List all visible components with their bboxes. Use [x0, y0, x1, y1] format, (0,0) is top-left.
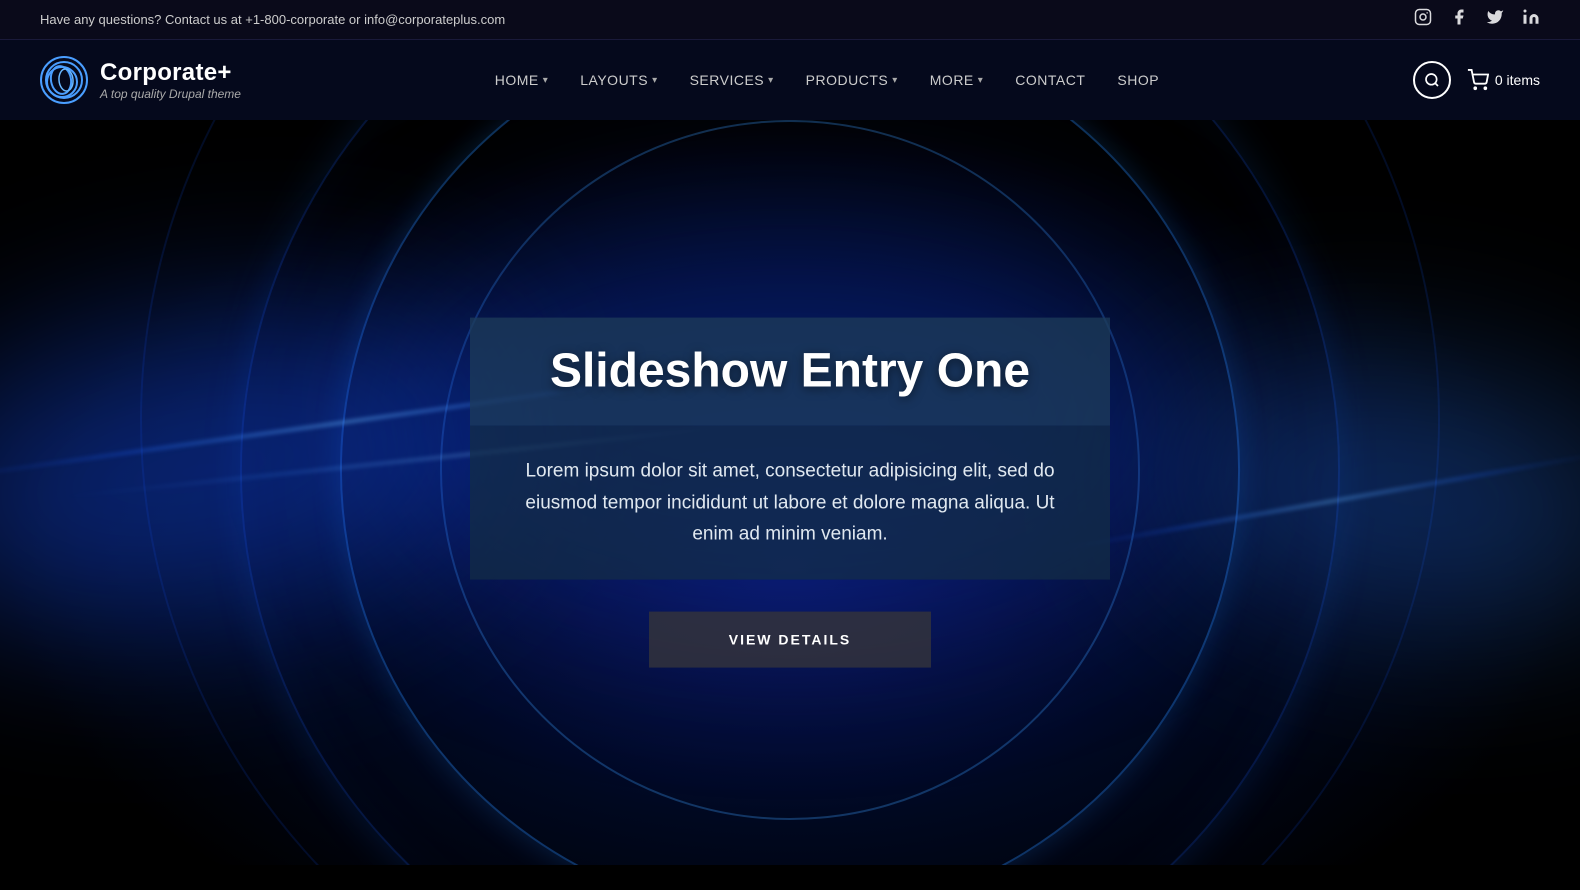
chevron-down-icon: ▾ [978, 75, 984, 86]
nav-right: 0 items [1413, 61, 1540, 99]
chevron-down-icon: ▾ [652, 75, 658, 86]
nav-services[interactable]: SERVICES ▾ [676, 64, 788, 96]
nav-layouts[interactable]: LAYOUTS ▾ [566, 64, 671, 96]
slide-content: Slideshow Entry One Lorem ipsum dolor si… [470, 317, 1110, 668]
logo-tagline: A top quality Drupal theme [100, 87, 241, 101]
view-details-button[interactable]: VIEW DETAILS [649, 612, 932, 668]
linkedin-icon[interactable] [1522, 8, 1540, 31]
chevron-down-icon: ▾ [892, 75, 898, 86]
cart-button[interactable]: 0 items [1467, 69, 1540, 91]
instagram-icon[interactable] [1414, 8, 1432, 31]
nav-shop[interactable]: SHOP [1103, 64, 1173, 96]
cart-count: 0 items [1495, 72, 1540, 88]
header: Corporate+ A top quality Drupal theme HO… [0, 40, 1580, 120]
chevron-down-icon: ▾ [768, 75, 774, 86]
hero-section: Slideshow Entry One Lorem ipsum dolor si… [0, 120, 1580, 865]
social-icons [1414, 8, 1540, 31]
twitter-icon[interactable] [1486, 8, 1504, 31]
slide-desc-box: Lorem ipsum dolor sit amet, consectetur … [470, 426, 1110, 580]
logo-icon [40, 56, 88, 104]
search-button[interactable] [1413, 61, 1451, 99]
logo[interactable]: Corporate+ A top quality Drupal theme [40, 56, 241, 104]
topbar-contact-text: Have any questions? Contact us at +1-800… [40, 12, 505, 27]
slide-title: Slideshow Entry One [520, 345, 1060, 398]
nav-products[interactable]: PRODUCTS ▾ [792, 64, 912, 96]
logo-text: Corporate+ A top quality Drupal theme [100, 59, 241, 101]
cart-icon [1467, 69, 1489, 91]
nav-home[interactable]: HOME ▾ [481, 64, 563, 96]
main-nav: HOME ▾ LAYOUTS ▾ SERVICES ▾ PRODUCTS ▾ M… [481, 64, 1173, 96]
facebook-icon[interactable] [1450, 8, 1468, 31]
nav-more[interactable]: MORE ▾ [916, 64, 998, 96]
nav-contact[interactable]: CONTACT [1001, 64, 1099, 96]
top-bar: Have any questions? Contact us at +1-800… [0, 0, 1580, 40]
slide-description: Lorem ipsum dolor sit amet, consectetur … [520, 456, 1060, 550]
chevron-down-icon: ▾ [543, 75, 549, 86]
slide-title-box: Slideshow Entry One [470, 317, 1110, 426]
logo-name: Corporate+ [100, 59, 241, 87]
